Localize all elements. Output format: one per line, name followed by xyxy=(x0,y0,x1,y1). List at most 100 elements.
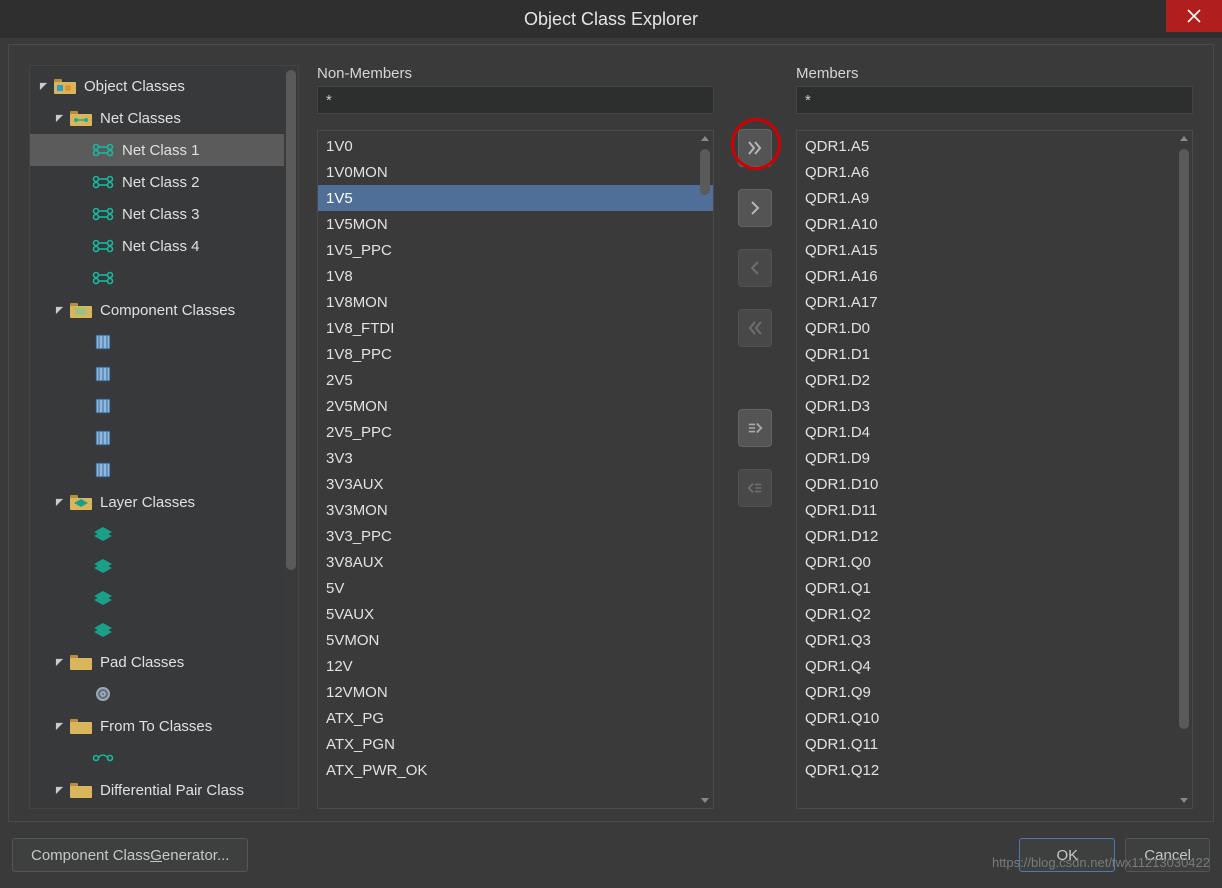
scroll-down-icon[interactable] xyxy=(697,792,713,808)
tree-scrollbar[interactable] xyxy=(284,66,298,808)
list-item[interactable]: 2V5 xyxy=(318,367,713,393)
tree-item-componentclass[interactable] xyxy=(30,422,298,454)
tree-item-layerclass[interactable] xyxy=(30,518,298,550)
list-item[interactable]: 3V3MON xyxy=(318,497,713,523)
tree-component-classes[interactable]: Component Classes xyxy=(30,294,298,326)
list-item[interactable]: ATX_PGN xyxy=(318,731,713,757)
list-item[interactable]: 3V3AUX xyxy=(318,471,713,497)
list-item[interactable]: QDR1.D0 xyxy=(797,315,1192,341)
list-item[interactable]: QDR1.Q1 xyxy=(797,575,1192,601)
list-item[interactable]: 12V xyxy=(318,653,713,679)
list-item[interactable]: QDR1.Q3 xyxy=(797,627,1192,653)
list-item[interactable]: 1V8_PPC xyxy=(318,341,713,367)
list-item[interactable]: 1V0 xyxy=(318,133,713,159)
list-item[interactable]: 1V8 xyxy=(318,263,713,289)
tree-item-netclass[interactable] xyxy=(30,262,298,294)
list-item[interactable]: QDR1.D11 xyxy=(797,497,1192,523)
tree-item-componentclass[interactable] xyxy=(30,454,298,486)
tree-fromto-classes[interactable]: From To Classes xyxy=(30,710,298,742)
remove-all-button[interactable] xyxy=(738,309,772,347)
cancel-button[interactable]: Cancel xyxy=(1125,838,1210,872)
non-members-list[interactable]: 1V01V0MON1V51V5MON1V5_PPC1V81V8MON1V8_FT… xyxy=(317,130,714,809)
list-item[interactable]: QDR1.Q4 xyxy=(797,653,1192,679)
tree-item-componentclass[interactable] xyxy=(30,358,298,390)
tree-diffpair-classes[interactable]: Differential Pair Class xyxy=(30,774,298,806)
net-icon xyxy=(90,204,116,224)
list-item[interactable]: 1V5 xyxy=(318,185,713,211)
list-item[interactable]: 2V5MON xyxy=(318,393,713,419)
list-item[interactable]: 1V5MON xyxy=(318,211,713,237)
list-item[interactable]: QDR1.Q9 xyxy=(797,679,1192,705)
tree-net-classes[interactable]: Net Classes xyxy=(30,102,298,134)
tree-item-padclass[interactable] xyxy=(30,678,298,710)
list-item[interactable]: QDR1.D10 xyxy=(797,471,1192,497)
scroll-up-icon[interactable] xyxy=(697,131,713,147)
tree-item-fromtoclass[interactable] xyxy=(30,742,298,774)
list-item[interactable]: QDR1.A5 xyxy=(797,133,1192,159)
tree-item-componentclass[interactable] xyxy=(30,390,298,422)
list-item[interactable]: QDR1.Q10 xyxy=(797,705,1192,731)
list-item[interactable]: QDR1.Q0 xyxy=(797,549,1192,575)
list-item[interactable]: QDR1.Q11 xyxy=(797,731,1192,757)
label: Net Class 4 xyxy=(122,238,200,255)
non-members-filter-input[interactable] xyxy=(317,86,714,114)
members-list[interactable]: QDR1.A5QDR1.A6QDR1.A9QDR1.A10QDR1.A15QDR… xyxy=(796,130,1193,809)
list-item[interactable]: 1V8_FTDI xyxy=(318,315,713,341)
list-item[interactable]: QDR1.D1 xyxy=(797,341,1192,367)
members-filter-input[interactable] xyxy=(796,86,1193,114)
list-item[interactable]: QDR1.A6 xyxy=(797,159,1192,185)
list-item[interactable]: 1V8MON xyxy=(318,289,713,315)
tree-root-object-classes[interactable]: Object Classes xyxy=(30,70,298,102)
list-item[interactable]: 5V xyxy=(318,575,713,601)
list-item[interactable]: 5VAUX xyxy=(318,601,713,627)
list-item[interactable]: QDR1.Q2 xyxy=(797,601,1192,627)
list-item[interactable]: QDR1.A9 xyxy=(797,185,1192,211)
tree-item-netclass[interactable]: Net Class 3 xyxy=(30,198,298,230)
label: Object Classes xyxy=(84,78,185,95)
list-item[interactable]: 3V3_PPC xyxy=(318,523,713,549)
tree-item-layerclass[interactable] xyxy=(30,614,298,646)
list-item[interactable]: QDR1.A10 xyxy=(797,211,1192,237)
remove-selected-objects-button[interactable] xyxy=(738,469,772,507)
tree-item-netclass[interactable]: Net Class 1 xyxy=(30,134,298,166)
component-icon xyxy=(90,332,116,352)
close-button[interactable] xyxy=(1166,0,1222,32)
tree-item-layerclass[interactable] xyxy=(30,582,298,614)
tree-item-componentclass[interactable] xyxy=(30,326,298,358)
tree-item-layerclass[interactable] xyxy=(30,550,298,582)
scroll-down-icon[interactable] xyxy=(1176,792,1192,808)
scroll-up-icon[interactable] xyxy=(1176,131,1192,147)
list-item[interactable]: ATX_PG xyxy=(318,705,713,731)
list-scrollbar[interactable] xyxy=(1176,131,1192,808)
list-item[interactable]: QDR1.D4 xyxy=(797,419,1192,445)
ok-button[interactable]: OK xyxy=(1019,838,1115,872)
list-item[interactable]: 2V5_PPC xyxy=(318,419,713,445)
tree-layer-classes[interactable]: Layer Classes xyxy=(30,486,298,518)
list-scrollbar[interactable] xyxy=(697,131,713,808)
list-item[interactable]: QDR1.D12 xyxy=(797,523,1192,549)
list-item[interactable]: QDR1.A16 xyxy=(797,263,1192,289)
add-button[interactable] xyxy=(738,189,772,227)
list-item[interactable]: QDR1.A17 xyxy=(797,289,1192,315)
list-item[interactable]: 3V3 xyxy=(318,445,713,471)
list-item[interactable]: QDR1.D2 xyxy=(797,367,1192,393)
list-item[interactable]: 1V5_PPC xyxy=(318,237,713,263)
tree-item-netclass[interactable]: Net Class 2 xyxy=(30,166,298,198)
list-item[interactable]: 3V8AUX xyxy=(318,549,713,575)
layer-icon xyxy=(90,620,116,640)
tree-item-netclass[interactable]: Net Class 4 xyxy=(30,230,298,262)
list-item[interactable]: QDR1.D3 xyxy=(797,393,1192,419)
add-selected-objects-button[interactable] xyxy=(738,409,772,447)
list-item[interactable]: QDR1.A15 xyxy=(797,237,1192,263)
list-item[interactable]: 5VMON xyxy=(318,627,713,653)
list-item[interactable]: 1V0MON xyxy=(318,159,713,185)
remove-button[interactable] xyxy=(738,249,772,287)
component-class-generator-button[interactable]: Component Class Generator... xyxy=(12,838,248,872)
list-item[interactable]: QDR1.D9 xyxy=(797,445,1192,471)
list-item[interactable]: ATX_PWR_OK xyxy=(318,757,713,783)
list-item[interactable]: 12VMON xyxy=(318,679,713,705)
list-item[interactable]: QDR1.Q12 xyxy=(797,757,1192,783)
tree-pad-classes[interactable]: Pad Classes xyxy=(30,646,298,678)
add-all-button[interactable] xyxy=(738,129,772,167)
double-chevron-left-icon xyxy=(747,320,763,336)
